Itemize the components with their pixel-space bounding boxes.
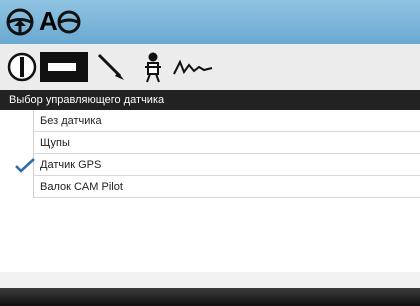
menu-item-no-sensor[interactable]: Без датчика [0,110,420,132]
menu-item-label: Без датчика [40,115,102,127]
auto-steer-wheel-icon [57,10,81,34]
footer-band [0,272,420,288]
menu-item-label: Щупы [40,137,70,149]
top-status-bar: A [0,0,420,44]
checkmark-icon [15,158,35,173]
auto-steer-icon[interactable]: A [39,6,58,36]
bottom-bar [0,288,420,306]
steering-wheel-icon[interactable] [5,7,35,37]
machine-setup-icon[interactable] [6,51,38,83]
menu-item-probes[interactable]: Щупы [0,132,420,154]
menu-title: Выбор управляющего датчика [0,90,420,110]
auto-steer-label: A [39,6,58,36]
operator-icon[interactable] [141,50,165,84]
sensor-options-list: Без датчика Щупы Датчик GPS Валок CAM Pi… [0,110,420,220]
menu-item-label: Валок CAM Pilot [40,181,123,193]
function-toolbar [0,44,420,90]
implement-icon[interactable] [40,52,88,82]
sensor-wave-icon[interactable] [172,58,214,78]
menu-item-gps-sensor[interactable]: Датчик GPS [0,154,420,176]
sensor-selection-menu: Выбор управляющего датчика Без датчика Щ… [0,90,420,288]
menu-item-label: Датчик GPS [40,159,102,171]
menu-item-cam-pilot[interactable]: Валок CAM Pilot [0,176,420,198]
probe-icon[interactable] [96,52,126,82]
divider [34,197,420,198]
